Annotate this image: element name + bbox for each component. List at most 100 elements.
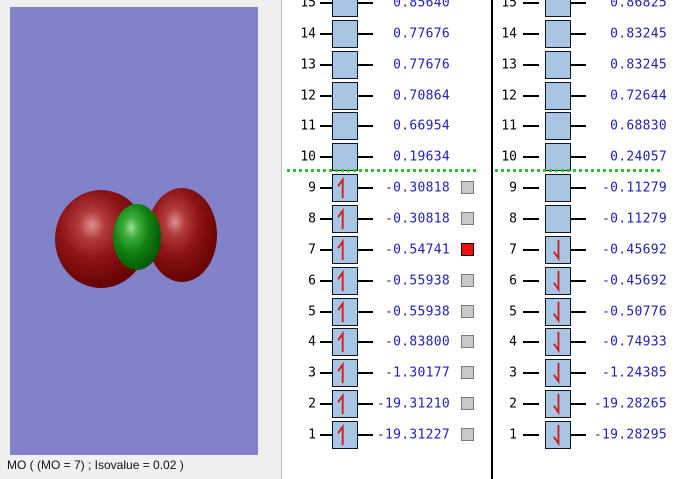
mo-level-row: 13 0.83245 — [493, 50, 686, 80]
spin-arrow-icon — [337, 423, 344, 446]
mo-level-box[interactable] — [545, 390, 571, 419]
mo-level-box[interactable] — [332, 297, 358, 326]
mo-level-box[interactable] — [332, 390, 358, 419]
level-line-left — [523, 187, 539, 190]
mo-level-box[interactable] — [545, 19, 571, 48]
mo-level-box[interactable] — [332, 235, 358, 264]
spin-arrow-icon — [553, 393, 560, 416]
mo-level-box[interactable] — [545, 174, 571, 203]
mo-level-number: 2 — [509, 396, 517, 412]
mo-level-box[interactable] — [332, 359, 358, 388]
mo-level-box[interactable] — [545, 205, 571, 233]
level-line-left — [523, 32, 539, 35]
mo-level-box[interactable] — [332, 112, 358, 141]
level-line-right — [570, 125, 586, 128]
level-line-right — [570, 2, 586, 5]
mo-level-number: 10 — [300, 149, 316, 165]
mo-select-checkbox[interactable] — [461, 397, 474, 411]
mo-level-number: 5 — [308, 304, 316, 320]
orbital-viewport[interactable] — [10, 7, 258, 455]
negative-lobe-center — [113, 204, 161, 270]
mo-level-number: 12 — [300, 88, 316, 104]
mo-level-number: 7 — [509, 242, 517, 258]
mo-level-number: 3 — [509, 365, 517, 381]
mo-select-checkbox[interactable] — [461, 181, 474, 195]
mo-level-box[interactable] — [545, 143, 571, 172]
mo-level-box[interactable] — [545, 235, 571, 264]
mo-level-row: 8 -0.11279 — [493, 204, 686, 234]
mo-level-row: 6 -0.45692 — [493, 266, 686, 296]
mo-level-box[interactable] — [545, 50, 571, 79]
mo-select-checkbox[interactable] — [461, 366, 474, 380]
level-line-right — [570, 434, 586, 436]
mo-energy-value: -0.83800 — [384, 334, 450, 350]
mo-energy-value: 0.77676 — [393, 26, 450, 42]
mo-level-box[interactable] — [332, 266, 358, 295]
mo-level-number: 6 — [509, 273, 517, 289]
spin-arrow-icon — [337, 176, 344, 199]
mo-energy-value: -1.30177 — [384, 365, 450, 381]
spin-arrow-icon — [337, 207, 344, 230]
mo-level-box[interactable] — [332, 0, 358, 18]
mo-select-checkbox[interactable] — [461, 273, 474, 287]
mo-level-box[interactable] — [545, 359, 571, 388]
mo-level-box[interactable] — [545, 81, 571, 110]
level-line-left — [523, 125, 539, 128]
mo-level-box[interactable] — [545, 297, 571, 326]
mo-select-checkbox[interactable] — [461, 242, 474, 256]
mo-level-number: 15 — [300, 0, 316, 11]
spin-arrow-icon — [553, 301, 560, 323]
mo-level-box[interactable] — [332, 143, 358, 172]
mo-level-box[interactable] — [332, 50, 358, 79]
mo-level-number: 12 — [501, 88, 517, 104]
mo-level-box[interactable] — [332, 328, 358, 357]
status-bar: MO ( (MO = 7) ; Isovalue = 0.02 ) — [7, 458, 184, 472]
mo-level-row: 15 0.85640 — [284, 0, 491, 18]
mo-select-checkbox[interactable] — [461, 335, 474, 349]
mo-select-checkbox[interactable] — [461, 212, 474, 225]
mo-level-row: 8 -0.30818 — [284, 204, 491, 234]
mo-level-box[interactable] — [545, 0, 571, 18]
mo-level-box[interactable] — [545, 112, 571, 141]
mo-level-box[interactable] — [332, 19, 358, 48]
mo-level-row: 10 0.19634 — [284, 142, 491, 172]
level-line-left — [523, 2, 539, 5]
mo-level-number: 13 — [501, 57, 517, 73]
mo-level-box[interactable] — [332, 174, 358, 203]
spin-arrow-icon — [337, 300, 344, 322]
mo-select-checkbox[interactable] — [461, 428, 474, 441]
mo-level-box[interactable] — [332, 205, 358, 233]
mo-level-number: 1 — [509, 427, 517, 443]
mo-level-number: 13 — [300, 57, 316, 73]
mo-energy-value: -0.45692 — [601, 242, 667, 258]
mo-energy-value: 0.24057 — [610, 149, 667, 165]
homo-lumo-separator-beta — [495, 169, 660, 172]
mo-level-number: 14 — [501, 26, 517, 42]
spin-arrow-icon — [553, 424, 560, 447]
mo-level-box[interactable] — [545, 328, 571, 357]
mo-select-checkbox[interactable] — [461, 304, 474, 318]
mo-energy-value: -19.31227 — [376, 427, 450, 443]
spin-arrow-icon — [553, 239, 560, 262]
mo-level-box[interactable] — [545, 266, 571, 295]
mo-energy-value: -19.28265 — [593, 396, 667, 412]
spin-arrow-icon — [337, 269, 344, 291]
mo-energy-value: 0.68830 — [610, 118, 667, 134]
mo-level-box[interactable] — [332, 421, 358, 449]
mo-level-number: 11 — [300, 118, 316, 134]
beta-spin-diagram: 15 0.86825 14 0.83245 13 0.83245 12 0.72… — [493, 0, 686, 479]
level-line-right — [570, 94, 586, 97]
mo-level-row: 5 -0.55938 — [284, 297, 491, 327]
mo-energy-value: -0.50776 — [601, 304, 667, 320]
mo-energy-value: -1.24385 — [601, 365, 667, 381]
mo-level-row: 14 0.77676 — [284, 19, 491, 49]
mo-level-box[interactable] — [545, 421, 571, 449]
mo-energy-value: 0.86825 — [610, 0, 667, 11]
mo-energy-value: -0.30818 — [384, 180, 450, 196]
mo-level-box[interactable] — [332, 81, 358, 110]
spin-arrow-icon — [553, 270, 560, 292]
mo-energy-value: 0.77676 — [393, 57, 450, 73]
level-line-right — [570, 403, 586, 406]
mo-level-row: 14 0.83245 — [493, 19, 686, 49]
mo-level-row: 12 0.72644 — [493, 81, 686, 111]
